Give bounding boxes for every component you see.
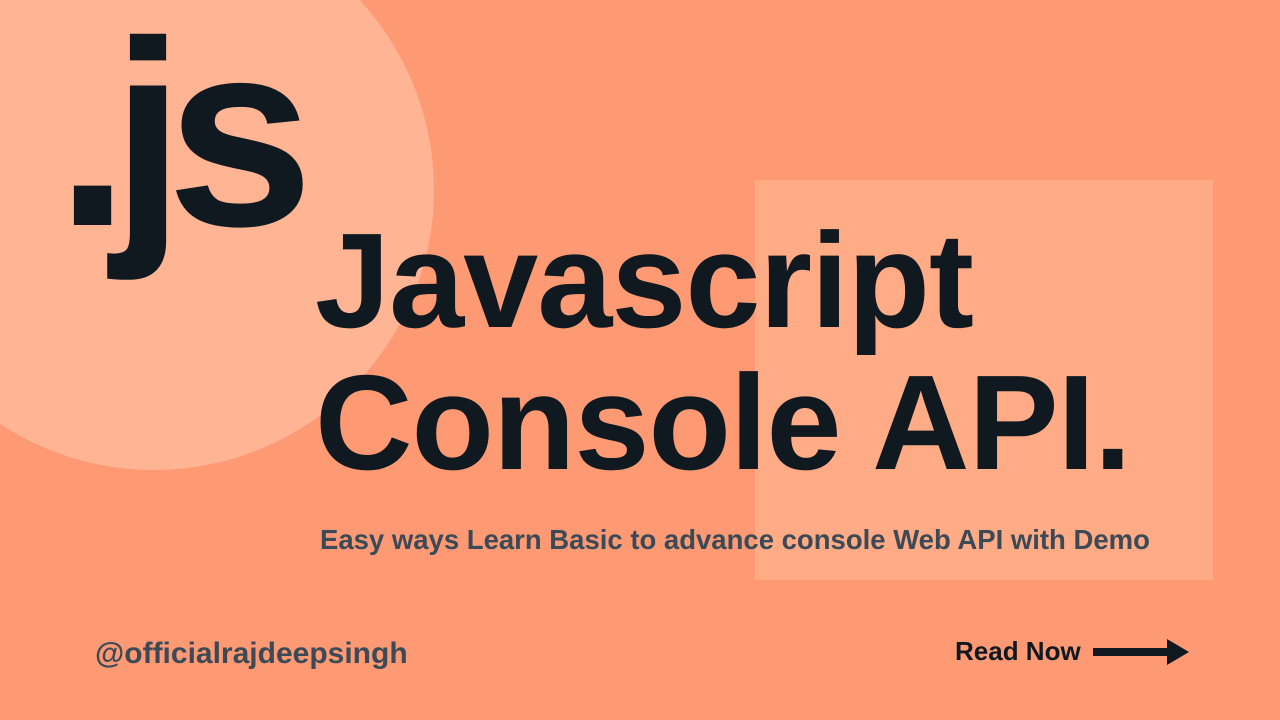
read-now-label: Read Now <box>955 636 1081 667</box>
headline-line-1: Javascript <box>315 210 1131 352</box>
headline-line-2: Console API. <box>315 352 1131 494</box>
page-title: Javascript Console API. <box>315 210 1131 494</box>
author-handle: @officialrajdeepsingh <box>95 637 408 671</box>
subtitle: Easy ways Learn Basic to advance console… <box>320 524 1150 556</box>
arrow-right-icon <box>1093 639 1189 665</box>
read-now-button[interactable]: Read Now <box>955 636 1189 667</box>
js-logo: .js <box>56 0 296 286</box>
